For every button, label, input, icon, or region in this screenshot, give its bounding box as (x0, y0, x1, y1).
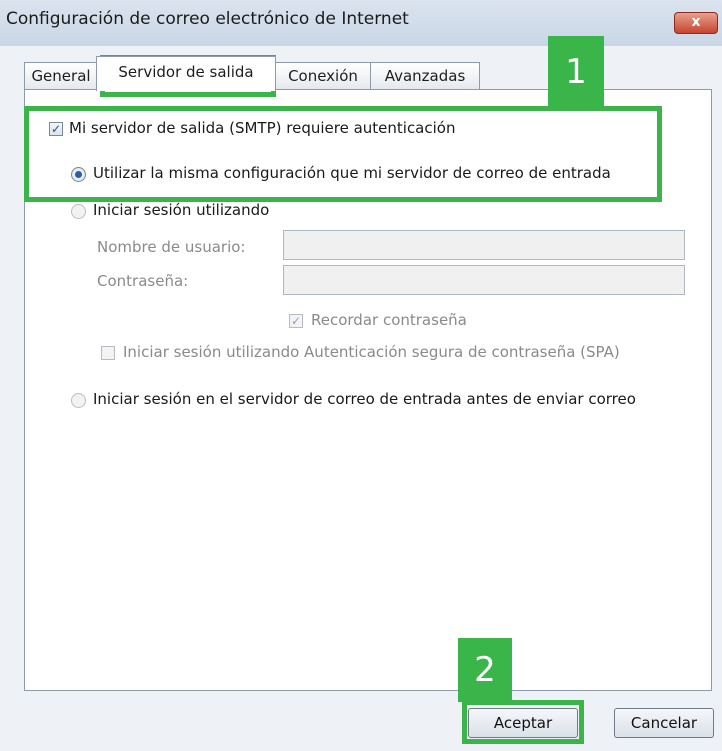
close-button[interactable]: x (674, 12, 718, 34)
step-1-badge: 1 (548, 36, 604, 108)
remember-password-checkbox[interactable]: ✓ (289, 314, 303, 328)
spa-checkbox[interactable] (101, 346, 115, 360)
window-title: Configuración de correo electrónico de I… (6, 9, 409, 29)
login-incoming-first-label: Iniciar sesión en el servidor de correo … (93, 390, 636, 408)
same-settings-label: Utilizar la misma configuración que mi s… (93, 164, 611, 182)
login-using-radio[interactable] (71, 204, 86, 219)
cancel-button[interactable]: Cancelar (614, 708, 714, 738)
tab-panel: ✓ Mi servidor de salida (SMTP) requiere … (24, 89, 712, 691)
title-bar: Configuración de correo electrónico de I… (0, 0, 722, 46)
password-label: Contraseña: (97, 272, 189, 290)
tab-avanzadas[interactable]: Avanzadas (370, 62, 480, 90)
step-2-badge: 2 (458, 638, 512, 702)
password-field[interactable] (283, 265, 685, 295)
username-label: Nombre de usuario: (97, 238, 246, 256)
login-using-label: Iniciar sesión utilizando (93, 201, 270, 219)
remember-password-label: Recordar contraseña (311, 311, 467, 329)
tab-general[interactable]: General (24, 62, 98, 90)
login-incoming-first-radio[interactable] (71, 393, 86, 408)
smtp-auth-label: Mi servidor de salida (SMTP) requiere au… (69, 119, 456, 137)
same-settings-radio[interactable] (71, 167, 86, 182)
spa-label: Iniciar sesión utilizando Autenticación … (123, 343, 620, 361)
tab-conexion[interactable]: Conexión (274, 62, 372, 90)
username-field[interactable] (283, 230, 685, 260)
ok-button[interactable]: Aceptar (468, 708, 578, 738)
tab-servidor-de-salida[interactable]: Servidor de salida (96, 56, 276, 91)
smtp-auth-checkbox[interactable]: ✓ (49, 122, 63, 136)
